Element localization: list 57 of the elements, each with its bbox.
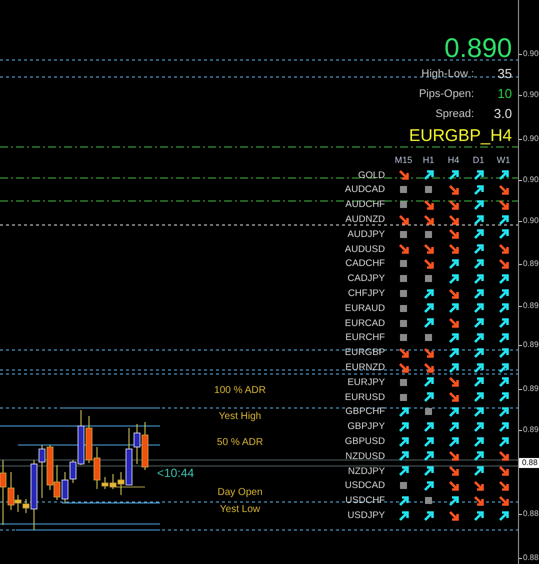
day-open-line <box>114 486 146 488</box>
axis-label: 0.90 <box>519 134 539 144</box>
column-header: H1 <box>422 155 436 166</box>
axis-label: 0.89 <box>519 384 539 394</box>
symbol-name: USDCAD <box>344 480 386 492</box>
stat-value: 35 <box>496 65 512 83</box>
symbol-name: GOLD <box>357 170 386 181</box>
symbol-name: AUDUSD <box>344 244 386 255</box>
symbol-name: EURNZD <box>344 362 386 374</box>
symbol-name: USDJPY <box>346 510 386 522</box>
level-label: Yest High <box>218 411 262 422</box>
symbol-name: NZDUSD <box>344 450 386 462</box>
stat-label: Pips-Open: <box>418 87 474 102</box>
axis-label: 0.89 <box>519 340 539 350</box>
symbol-name: AUDJPY <box>346 228 386 240</box>
symbol-name: AUDNZD <box>344 214 386 226</box>
level-label: 50 % ADR <box>216 437 264 448</box>
symbol-name: EURCHF <box>344 332 386 344</box>
axis-label: 0.90 <box>519 90 539 100</box>
symbol-name: GBPJPY <box>346 421 386 432</box>
stat-value: 10 <box>496 85 512 103</box>
price-readout: 0.890 <box>444 32 512 64</box>
symbol-name: EURCAD <box>344 318 386 329</box>
symbol-name: CADJPY <box>346 273 386 284</box>
symbol-name: EURJPY <box>346 376 386 388</box>
symbol-name: AUDCHF <box>344 199 386 210</box>
symbol-name: GBPUSD <box>344 436 386 448</box>
time-label: <10:44 <box>157 466 194 480</box>
symbol-name: NZDJPY <box>347 466 386 477</box>
level-label: Yest Low <box>220 504 260 515</box>
symbol-name: CHFJPY <box>347 288 386 300</box>
symbol-name: EURAUD <box>344 302 386 314</box>
column-header: H4 <box>446 155 460 166</box>
axis-label: 0.89 <box>519 425 539 435</box>
price-tag: 0.88 <box>519 458 539 468</box>
axis-label: 0.90 <box>519 216 539 226</box>
symbol-name: AUDCAD <box>344 184 386 196</box>
symbol-name: EURGBP <box>344 347 386 358</box>
stat-label: High-Low : <box>420 67 474 82</box>
symbol-title: EURGBP_H4 <box>409 125 512 147</box>
column-header: W1 <box>496 155 512 166</box>
symbol-name: EURUSD <box>344 392 386 403</box>
symbol-name: CADCHF <box>344 258 386 270</box>
symbol-name: USDCHF <box>344 495 386 506</box>
axis-label: 0.88 <box>519 553 539 563</box>
stat-value: 3.0 <box>492 105 512 123</box>
stat-label: Spread: <box>434 107 474 122</box>
level-label: Day Open <box>217 487 263 498</box>
axis-label: 0.88 <box>519 509 539 519</box>
symbol-name: GBPCHF <box>344 406 386 418</box>
level-label: 100 % ADR <box>214 385 266 396</box>
column-header: M15 <box>394 155 414 166</box>
axis-label: 0.90 <box>519 49 539 59</box>
axis-label: 0.89 <box>519 301 539 311</box>
axis-label: 0.89 <box>519 259 539 269</box>
axis-label: 0.90 <box>519 175 539 185</box>
column-header: D1 <box>472 155 486 166</box>
